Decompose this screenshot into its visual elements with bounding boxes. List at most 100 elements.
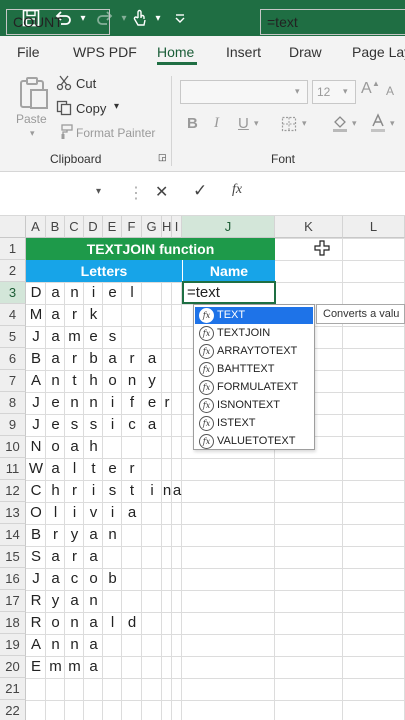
letter-cell[interactable]: i	[103, 392, 122, 414]
column-header-c[interactable]: C	[65, 216, 84, 238]
letter-cell[interactable]: A	[26, 634, 46, 656]
letter-cell[interactable]: a	[46, 458, 65, 480]
letter-cell[interactable]: a	[46, 304, 65, 326]
letter-cell[interactable]: h	[84, 370, 103, 392]
letter-cell[interactable]: k	[84, 304, 103, 326]
copy-dropdown-icon[interactable]: ▾	[114, 101, 119, 112]
font-color-dropdown-icon[interactable]: ▾	[390, 118, 395, 129]
letter-cell[interactable]: a	[84, 612, 103, 634]
letter-cell[interactable]: S	[26, 546, 46, 568]
letter-cell[interactable]: c	[65, 568, 84, 590]
letter-cell[interactable]: r	[162, 392, 172, 414]
select-all-corner[interactable]	[0, 216, 26, 238]
letter-cell[interactable]: a	[65, 436, 84, 458]
row-header-18[interactable]: 18	[0, 612, 26, 634]
letter-cell[interactable]: e	[46, 414, 65, 436]
row-header-12[interactable]: 12	[0, 480, 26, 502]
touch-dropdown-icon[interactable]: ▾	[152, 6, 164, 30]
name-box-dropdown-icon[interactable]: ▾	[96, 186, 101, 197]
column-header-g[interactable]: G	[142, 216, 162, 238]
row-header-9[interactable]: 9	[0, 414, 26, 436]
cut-label[interactable]: Cut	[76, 76, 96, 91]
letter-cell[interactable]: r	[46, 524, 65, 546]
column-header-k[interactable]: K	[275, 216, 343, 238]
letter-cell[interactable]: r	[65, 480, 84, 502]
row-header-2[interactable]: 2	[0, 260, 26, 282]
letter-cell[interactable]: J	[26, 392, 46, 414]
cut-icon[interactable]	[56, 75, 72, 91]
tab-page-layout[interactable]: Page Lay	[352, 44, 405, 60]
font-size-dropdown-icon[interactable]: ▾	[343, 86, 348, 97]
column-header-a[interactable]: A	[26, 216, 46, 238]
letter-cell[interactable]: D	[26, 282, 46, 304]
italic-button[interactable]: I	[214, 115, 219, 132]
formula-input[interactable]: =text	[260, 9, 405, 35]
row-header-19[interactable]: 19	[0, 634, 26, 656]
paste-icon[interactable]	[16, 76, 50, 110]
letter-cell[interactable]: a	[65, 590, 84, 612]
letter-cell[interactable]: t	[122, 480, 142, 502]
letter-cell[interactable]: r	[122, 458, 142, 480]
cancel-formula-button[interactable]: ✕	[155, 182, 168, 202]
format-painter-icon[interactable]	[57, 124, 73, 140]
enter-formula-button[interactable]: ✓	[193, 181, 207, 201]
letter-cell[interactable]: a	[46, 282, 65, 304]
underline-dropdown-icon[interactable]: ▾	[254, 118, 259, 129]
letter-cell[interactable]: R	[26, 590, 46, 612]
letter-cell[interactable]: i	[103, 414, 122, 436]
letter-cell[interactable]: b	[103, 568, 122, 590]
tab-insert[interactable]: Insert	[226, 44, 261, 60]
letter-cell[interactable]: c	[122, 414, 142, 436]
column-header-e[interactable]: E	[103, 216, 122, 238]
letter-cell[interactable]: n	[65, 392, 84, 414]
autocomplete-item[interactable]: fx ARRAYTOTEXT	[195, 343, 313, 360]
borders-icon[interactable]	[281, 116, 297, 132]
column-header-d[interactable]: D	[84, 216, 103, 238]
letter-cell[interactable]: B	[26, 524, 46, 546]
letter-cell[interactable]: m	[46, 656, 65, 678]
letter-cell[interactable]: a	[142, 414, 162, 436]
letters-header-cell[interactable]: Letters	[26, 260, 182, 282]
letter-cell[interactable]: i	[65, 502, 84, 524]
letter-cell[interactable]: e	[103, 282, 122, 304]
copy-label[interactable]: Copy	[76, 101, 106, 116]
letter-cell[interactable]: B	[26, 348, 46, 370]
letter-cell[interactable]: a	[84, 524, 103, 546]
autocomplete-item[interactable]: fx FORMULATEXT	[195, 379, 313, 396]
letter-cell[interactable]: y	[65, 524, 84, 546]
letter-cell[interactable]: o	[46, 436, 65, 458]
autocomplete-item[interactable]: fx BAHTTEXT	[195, 361, 313, 378]
letter-cell[interactable]: l	[122, 282, 142, 304]
autocomplete-item[interactable]: fx TEXTJOIN	[195, 325, 313, 342]
letter-cell[interactable]: E	[26, 656, 46, 678]
letter-cell[interactable]: n	[84, 392, 103, 414]
letter-cell[interactable]: J	[26, 568, 46, 590]
letter-cell[interactable]: m	[65, 656, 84, 678]
letter-cell[interactable]: v	[84, 502, 103, 524]
tab-file[interactable]: File	[17, 44, 40, 60]
touch-mode-icon[interactable]	[128, 6, 152, 30]
letter-cell[interactable]: y	[142, 370, 162, 392]
clipboard-launcher-icon[interactable]: ◲	[158, 152, 167, 163]
letter-cell[interactable]: i	[142, 480, 162, 502]
row-header-4[interactable]: 4	[0, 304, 26, 326]
row-header-15[interactable]: 15	[0, 546, 26, 568]
letter-cell[interactable]: M	[26, 304, 46, 326]
column-header-i[interactable]: I	[172, 216, 182, 238]
active-cell-j3[interactable]: =text	[182, 281, 276, 304]
format-painter-label[interactable]: Format Painter	[76, 126, 155, 140]
column-header-j[interactable]: J	[182, 216, 275, 238]
row-header-10[interactable]: 10	[0, 436, 26, 458]
row-header-8[interactable]: 8	[0, 392, 26, 414]
font-color-icon[interactable]	[370, 113, 386, 133]
letter-cell[interactable]: h	[84, 436, 103, 458]
insert-function-button[interactable]: fx	[232, 182, 242, 198]
letter-cell[interactable]: m	[65, 326, 84, 348]
letter-cell[interactable]: s	[84, 414, 103, 436]
letter-cell[interactable]: i	[103, 502, 122, 524]
letter-cell[interactable]: i	[84, 480, 103, 502]
letter-cell[interactable]: s	[65, 414, 84, 436]
paste-label[interactable]: Paste	[16, 112, 47, 126]
row-header-21[interactable]: 21	[0, 678, 26, 700]
letter-cell[interactable]: a	[84, 656, 103, 678]
